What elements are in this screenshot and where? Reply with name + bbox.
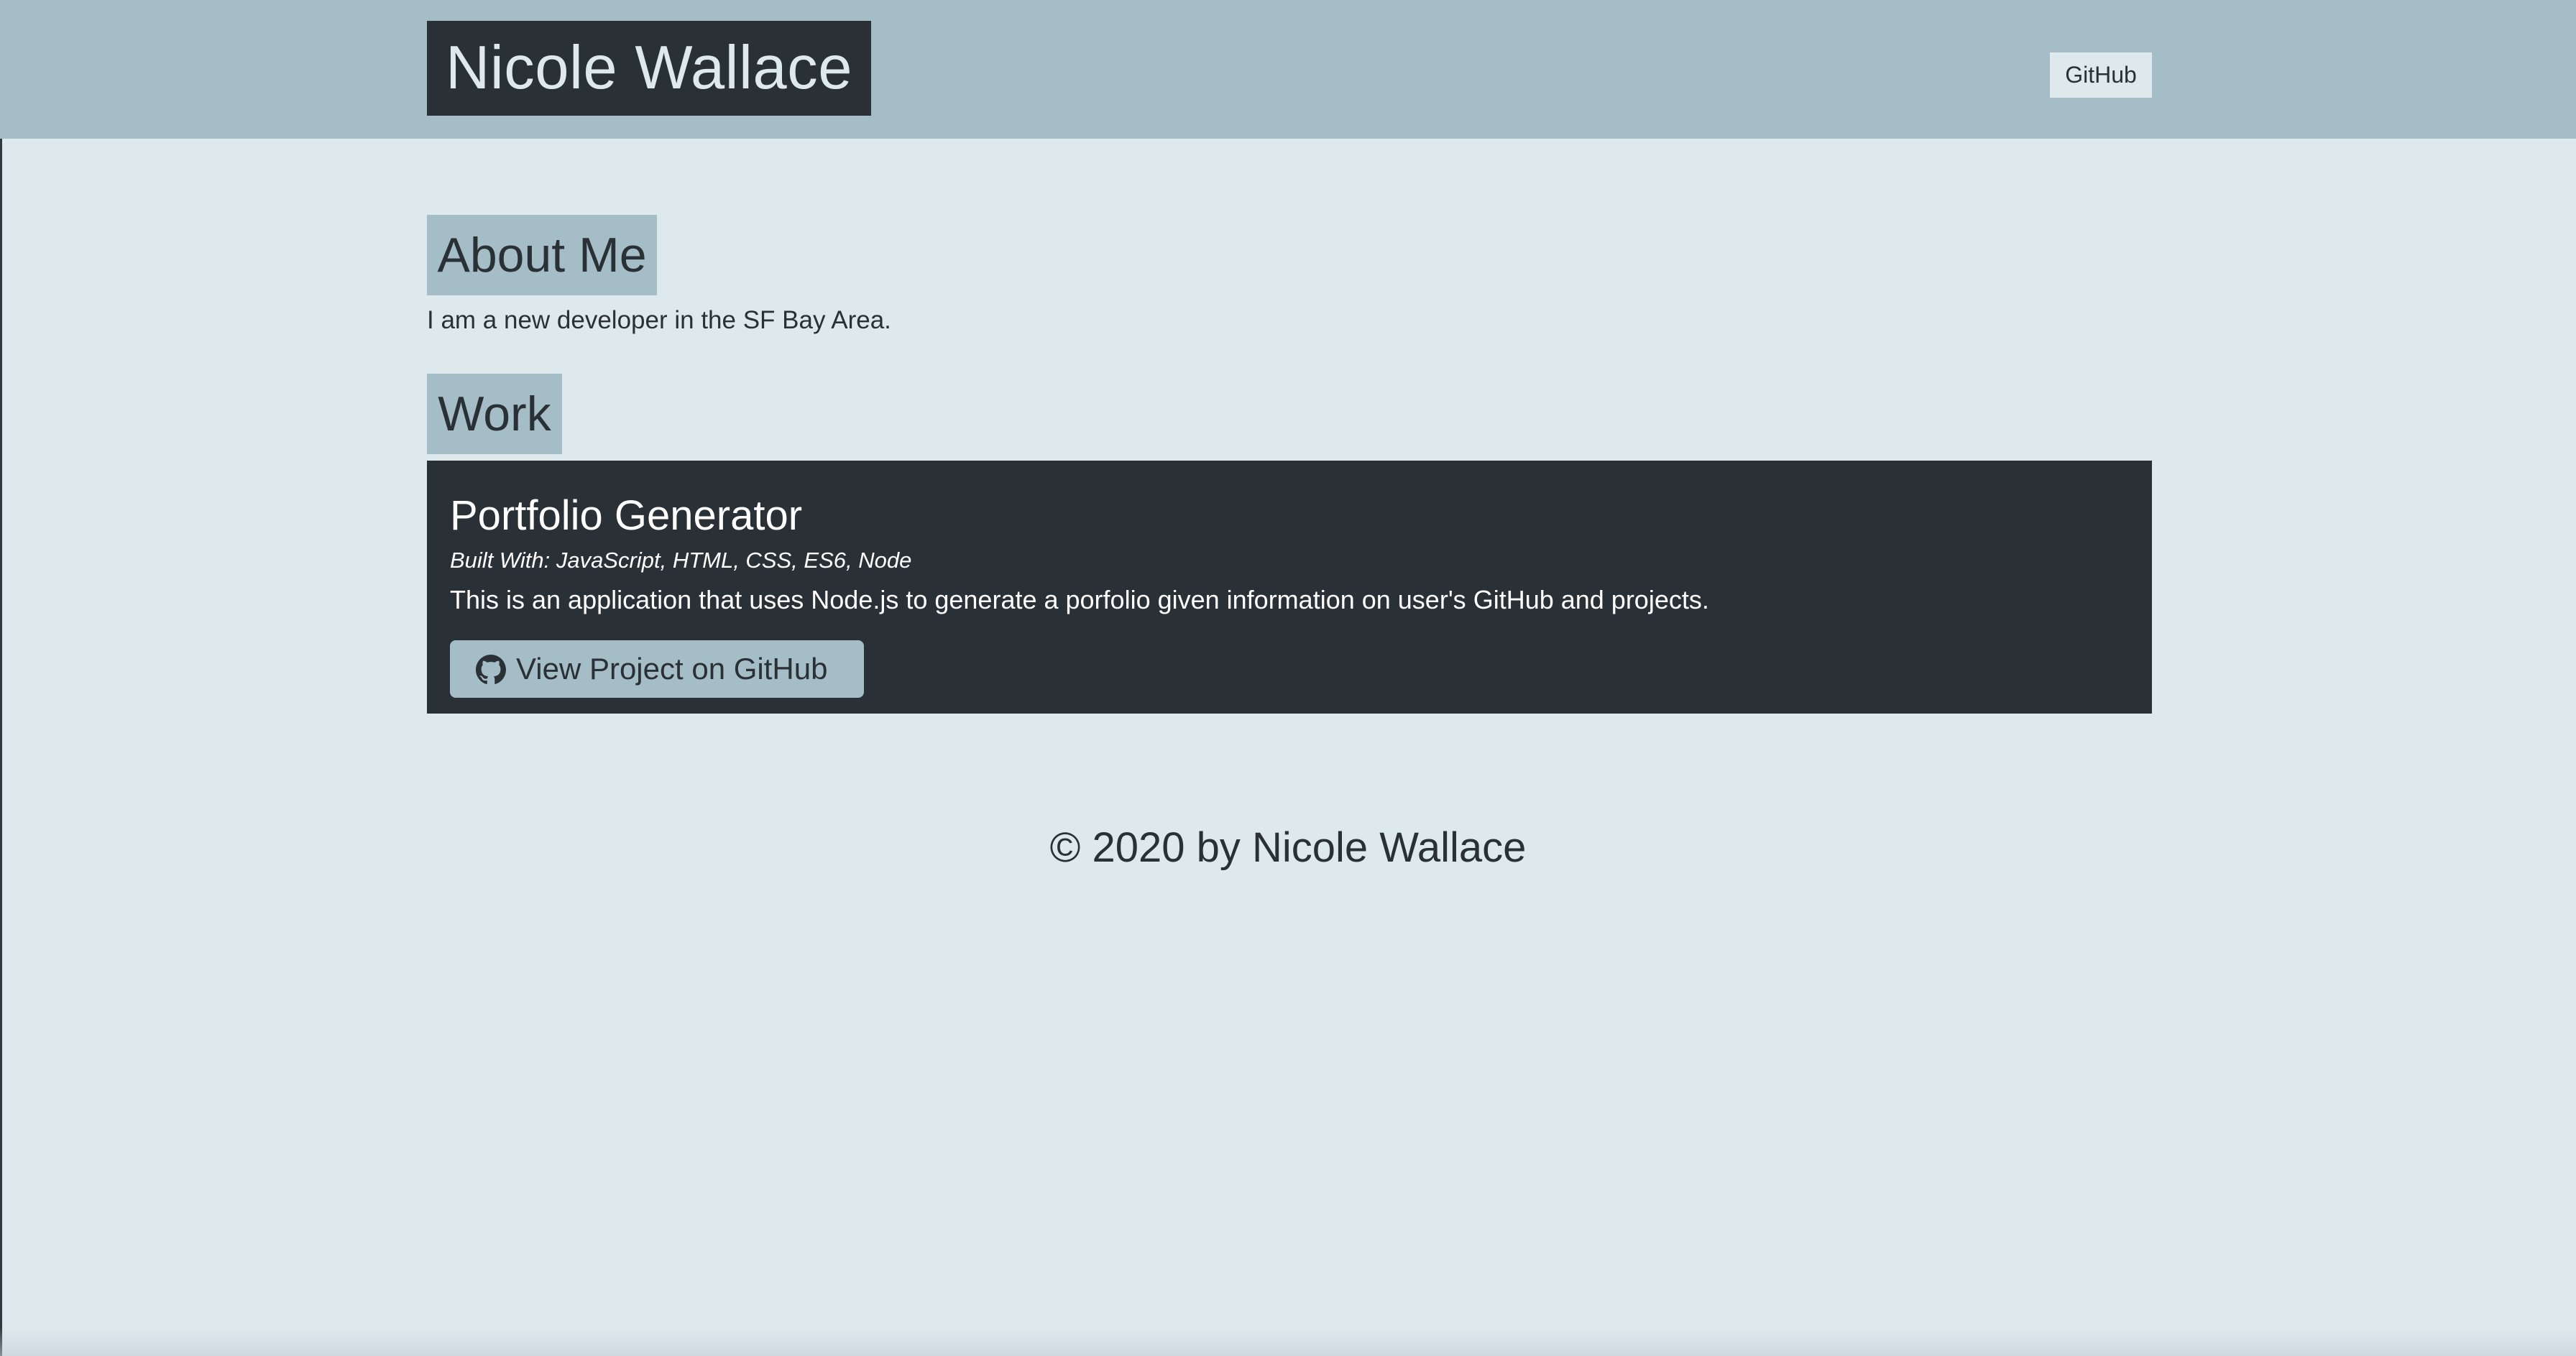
view-project-label: View Project on GitHub xyxy=(516,652,828,686)
window-edge xyxy=(0,0,2,1356)
about-text: I am a new developer in the SF Bay Area. xyxy=(427,306,891,334)
view-project-button[interactable]: View Project on GitHub xyxy=(450,640,864,698)
site-header: Nicole Wallace GitHub xyxy=(0,0,2576,139)
work-heading: Work xyxy=(427,374,562,454)
github-icon xyxy=(476,655,506,684)
about-heading: About Me xyxy=(427,215,657,295)
nav-github-link[interactable]: GitHub xyxy=(2050,52,2152,98)
project-built-with: Built With: JavaScript, HTML, CSS, ES6, … xyxy=(450,548,912,573)
bottom-shadow xyxy=(0,1327,2576,1356)
footer-copyright: © 2020 by Nicole Wallace xyxy=(1049,824,1527,871)
project-title: Portfolio Generator xyxy=(450,492,803,539)
project-description: This is an application that uses Node.js… xyxy=(450,585,1709,614)
site-title[interactable]: Nicole Wallace xyxy=(427,21,871,116)
project-card: Portfolio Generator Built With: JavaScri… xyxy=(427,461,2152,714)
